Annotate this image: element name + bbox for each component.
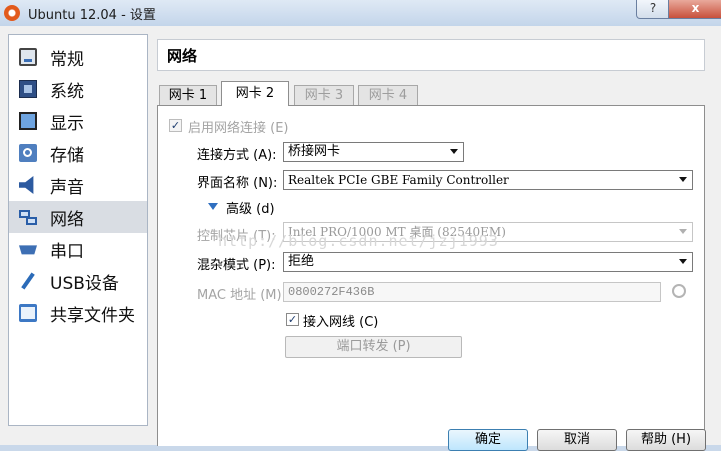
mac-address-label: MAC 地址 (M): — [197, 288, 286, 303]
page-header: 网络 — [157, 39, 705, 71]
adapter-name-select[interactable]: Realtek PCIe GBE Family Controller — [283, 170, 693, 190]
help-button[interactable]: 帮助 (H) — [626, 429, 706, 451]
page-title: 网络 — [167, 47, 198, 65]
sidebar-item-audio[interactable]: 声音 — [9, 169, 147, 201]
sidebar-item-general[interactable]: 常规 — [9, 41, 147, 73]
settings-sidebar: 常规 系统 显示 存储 声音 网络 串口 USB设备 共享文件夹 — [8, 34, 148, 426]
adapter-type-select: Intel PRO/1000 MT 桌面 (82540EM) — [283, 222, 693, 242]
tab-adapter-4: 网卡 4 — [358, 85, 418, 105]
title-bar: Ubuntu 12.04 - 设置 ? x — [0, 0, 721, 26]
usb-icon — [19, 272, 37, 290]
sidebar-item-label: 共享文件夹 — [50, 305, 135, 326]
chevron-down-icon — [679, 229, 687, 234]
general-icon — [19, 48, 37, 66]
chevron-down-icon — [679, 177, 687, 182]
refresh-mac-icon — [672, 284, 686, 298]
shared-folder-icon — [19, 304, 37, 322]
window-close-button[interactable]: x — [668, 0, 721, 19]
display-icon — [19, 112, 37, 130]
advanced-toggle[interactable]: 高级 (d) — [226, 198, 275, 217]
system-icon — [19, 80, 37, 98]
storage-icon — [19, 144, 37, 162]
promiscuous-mode-value: 拒绝 — [288, 254, 315, 269]
adapter-type-label: 控制芯片 (T): — [197, 229, 276, 244]
attached-to-select[interactable]: 桥接网卡 — [283, 142, 464, 162]
network-icon — [19, 208, 37, 226]
sidebar-item-label: 系统 — [50, 81, 84, 102]
mac-address-field: 0800272F436B — [283, 282, 661, 302]
attached-to-label: 连接方式 (A): — [197, 148, 277, 163]
tab-adapter-2[interactable]: 网卡 2 — [221, 81, 289, 106]
cable-connected-checkbox[interactable]: ✓ — [286, 313, 299, 326]
sidebar-item-display[interactable]: 显示 — [9, 105, 147, 137]
adapter-name-label: 界面名称 (N): — [197, 176, 278, 191]
adapter-name-value: Realtek PCIe GBE Family Controller — [288, 173, 509, 187]
enable-adapter-checkbox: ✓ — [169, 119, 182, 132]
adapter-type-value: Intel PRO/1000 MT 桌面 (82540EM) — [288, 225, 506, 239]
sidebar-item-network[interactable]: 网络 — [9, 201, 147, 233]
sidebar-item-label: 串口 — [50, 241, 84, 262]
sidebar-item-storage[interactable]: 存储 — [9, 137, 147, 169]
enable-adapter-label: 启用网络连接 (E) — [188, 121, 289, 136]
sidebar-item-label: 声音 — [50, 177, 84, 198]
attached-to-value: 桥接网卡 — [288, 144, 341, 159]
sidebar-item-label: 存储 — [50, 145, 84, 166]
sidebar-item-label: USB设备 — [50, 273, 119, 294]
expand-triangle-icon[interactable] — [208, 203, 218, 210]
sidebar-item-serial-ports[interactable]: 串口 — [9, 233, 147, 265]
sidebar-item-label: 网络 — [50, 209, 84, 230]
audio-icon — [19, 176, 34, 194]
chevron-down-icon — [450, 149, 458, 154]
sidebar-item-usb[interactable]: USB设备 — [9, 265, 147, 297]
promiscuous-mode-label: 混杂模式 (P): — [197, 258, 276, 273]
sidebar-item-label: 显示 — [50, 113, 84, 134]
sidebar-item-label: 常规 — [50, 49, 84, 70]
sidebar-item-system[interactable]: 系统 — [9, 73, 147, 105]
window-title: Ubuntu 12.04 - 设置 — [28, 8, 156, 23]
promiscuous-mode-select[interactable]: 拒绝 — [283, 252, 693, 272]
tab-adapter-1[interactable]: 网卡 1 — [159, 85, 217, 105]
chevron-down-icon — [679, 259, 687, 264]
ok-button[interactable]: 确定 — [448, 429, 528, 451]
ubuntu-app-icon — [4, 5, 20, 21]
port-forwarding-button: 端口转发 (P) — [285, 336, 462, 358]
cable-connected-label: 接入网线 (C) — [303, 315, 379, 330]
serial-port-icon — [19, 245, 37, 255]
sidebar-item-shared-folders[interactable]: 共享文件夹 — [9, 297, 147, 329]
cancel-button[interactable]: 取消 — [537, 429, 617, 451]
window-help-button[interactable]: ? — [636, 0, 670, 19]
tab-adapter-3: 网卡 3 — [294, 85, 354, 105]
